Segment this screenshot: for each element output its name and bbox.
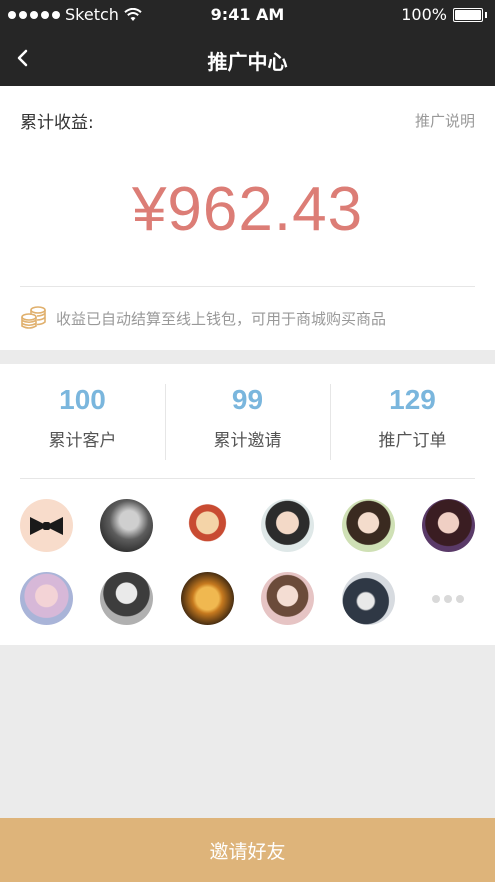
stat-value: 99 xyxy=(231,384,264,415)
divider xyxy=(20,478,475,479)
avatar[interactable] xyxy=(261,572,315,625)
avatar[interactable] xyxy=(421,499,475,552)
stat-value: 100 xyxy=(59,384,106,415)
nav-bar: 推广中心 xyxy=(0,30,495,86)
stat-label: 推广订单 xyxy=(378,431,447,451)
stat-total-customers[interactable]: 100 累计客户 xyxy=(0,364,165,460)
avatar[interactable] xyxy=(180,499,234,552)
chevron-left-icon[interactable] xyxy=(10,44,38,72)
top-bar: Sketch 9:41 AM 100% 推广中心 xyxy=(0,0,495,86)
battery-icon xyxy=(453,7,483,22)
stat-value: 129 xyxy=(389,384,436,415)
avatar[interactable] xyxy=(100,572,154,625)
battery-info: 100% xyxy=(401,5,487,24)
avatar[interactable] xyxy=(100,499,154,552)
earnings-amount: ¥962.43 xyxy=(131,175,364,244)
stats-panel: 100 累计客户 99 累计邀请 129 推广订单 xyxy=(0,364,495,645)
stat-total-invites[interactable]: 99 累计邀请 xyxy=(165,364,330,460)
more-dots-icon[interactable] xyxy=(422,572,475,625)
avatar[interactable] xyxy=(341,572,395,625)
avatar-grid xyxy=(20,499,475,625)
stat-label: 累计客户 xyxy=(48,431,117,451)
stats-row: 100 累计客户 99 累计邀请 129 推广订单 xyxy=(0,364,495,460)
status-bar: Sketch 9:41 AM 100% xyxy=(0,0,495,30)
avatar[interactable] xyxy=(341,499,395,552)
earnings-label: 累计收益: xyxy=(20,113,94,133)
bow-tie-icon xyxy=(30,517,63,535)
stat-promotion-orders[interactable]: 129 推广订单 xyxy=(330,364,495,460)
page-title: 推广中心 xyxy=(207,50,288,74)
battery-cap xyxy=(485,11,487,18)
avatar[interactable] xyxy=(261,499,315,552)
promotion-help-link[interactable]: 推广说明 xyxy=(415,110,475,131)
invite-friends-button[interactable]: 邀请好友 xyxy=(0,818,495,882)
avatar[interactable] xyxy=(180,572,234,625)
avatar[interactable] xyxy=(20,499,73,552)
earnings-note-text: 收益已自动结算至线上钱包，可用于商城购买商品 xyxy=(56,309,387,328)
earnings-card: 累计收益: 推广说明 ¥962.43 收益已自动结算至线上钱包，可用于商城购买商… xyxy=(0,86,495,350)
coins-icon xyxy=(21,306,46,329)
divider xyxy=(20,286,475,287)
stat-label: 累计邀请 xyxy=(213,431,282,451)
avatar[interactable] xyxy=(20,572,73,625)
battery-percent: 100% xyxy=(401,5,447,24)
earnings-note: 收益已自动结算至线上钱包，可用于商城购买商品 xyxy=(20,304,386,332)
